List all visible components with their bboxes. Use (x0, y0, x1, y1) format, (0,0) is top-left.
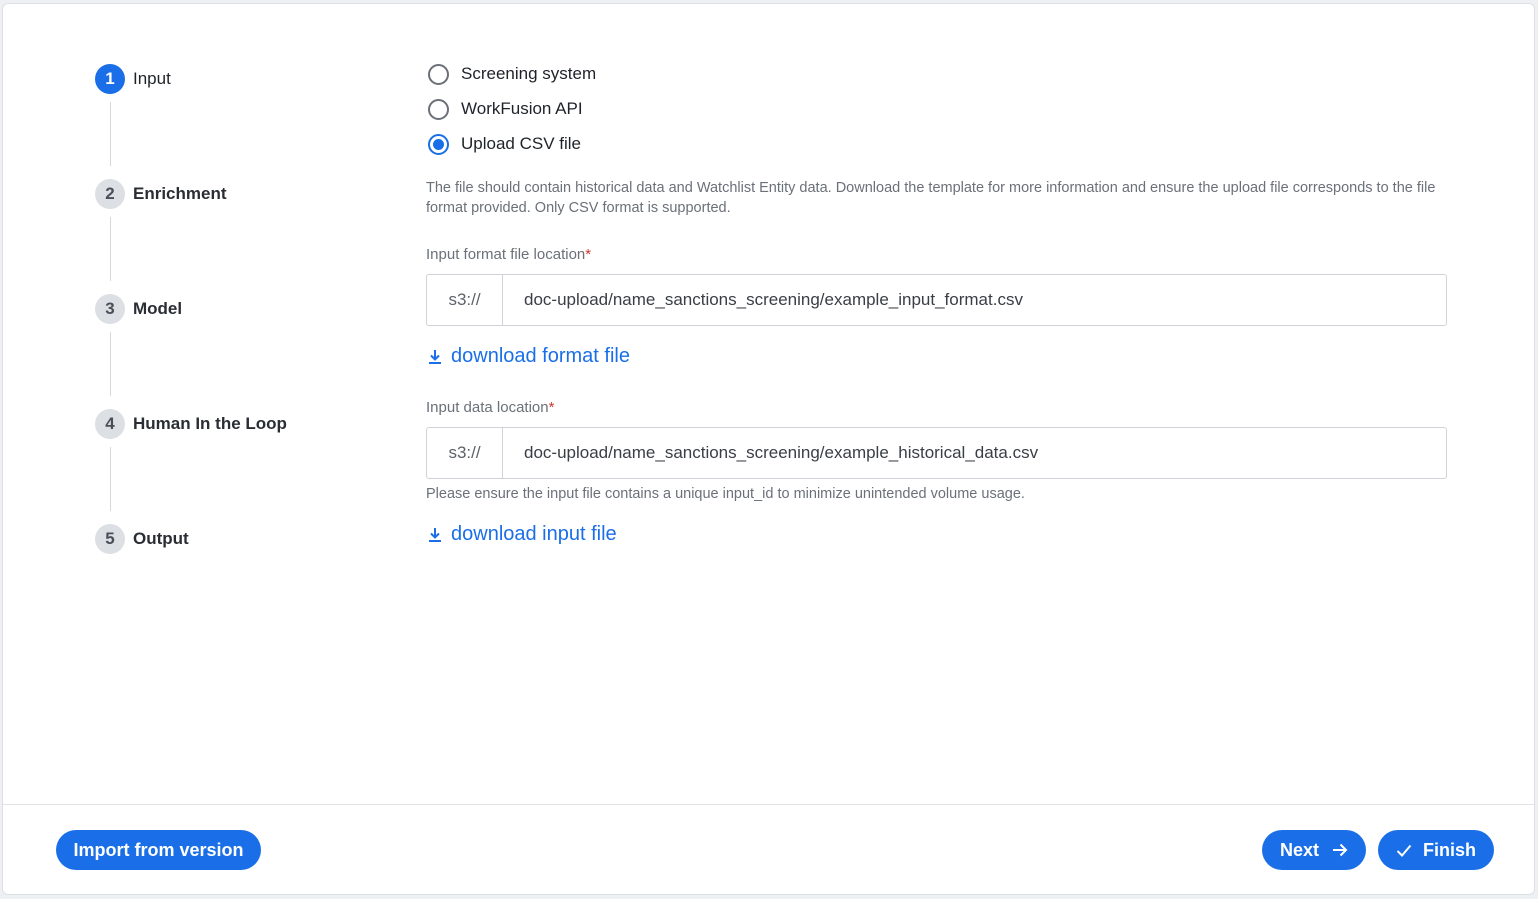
next-button[interactable]: Next (1262, 830, 1366, 870)
download-format-file-link[interactable]: download format file (428, 345, 630, 368)
step-model[interactable]: 3 Model (95, 294, 182, 324)
radio-upload-csv[interactable]: Upload CSV file (426, 131, 581, 157)
arrow-right-icon (1333, 843, 1348, 857)
step-label: Enrichment (133, 184, 227, 203)
download-format-file-label: download format file (451, 345, 630, 367)
step-output[interactable]: 5 Output (95, 524, 189, 554)
step-number: 2 (95, 179, 125, 209)
radio-label: Upload CSV file (461, 134, 582, 153)
step-number: 5 (95, 524, 125, 554)
download-input-file-label: download input file (451, 523, 617, 545)
input-data-location-field[interactable]: s3:// doc-upload/name_sanctions_screenin… (426, 427, 1447, 479)
download-input-file-link[interactable]: download input file (428, 523, 617, 546)
input-data-hint: Please ensure the input file contains a … (426, 486, 1025, 502)
step-label: Input (133, 69, 171, 88)
data-field-label: Input data location* (426, 399, 554, 416)
step-label: Output (133, 529, 189, 548)
format-file-location-field[interactable]: s3:// doc-upload/name_sanctions_screenin… (426, 274, 1447, 326)
format-field-label-text: Input format file location (426, 246, 586, 263)
step-number: 3 (95, 294, 125, 324)
step-connector (110, 217, 111, 281)
radio-label: WorkFusion API (461, 99, 583, 118)
data-field-label-text: Input data location (426, 399, 549, 416)
step-connector (110, 332, 111, 396)
upload-help-text: The file should contain historical data … (426, 180, 1436, 216)
finish-button[interactable]: Finish (1378, 830, 1494, 870)
radio-workfusion-api[interactable]: WorkFusion API (426, 96, 583, 122)
radio-circle[interactable] (428, 63, 449, 85)
step-input[interactable]: 1 Input (95, 64, 171, 94)
import-from-version-button[interactable]: Import from version (56, 830, 261, 870)
step-connector (110, 447, 111, 511)
radio-label: Screening system (461, 64, 597, 83)
step-human-in-the-loop[interactable]: 4 Human In the Loop (95, 409, 287, 439)
step-label: Model (133, 299, 183, 318)
s3-prefix: s3:// (427, 428, 503, 478)
step-connector (110, 102, 111, 166)
step-number: 1 (95, 64, 125, 94)
format-field-label: Input format file location* (426, 246, 591, 263)
required-mark: * (548, 399, 555, 416)
download-icon (429, 349, 441, 364)
radio-screening-system[interactable]: Screening system (426, 61, 596, 87)
check-icon (1396, 844, 1412, 857)
radio-circle[interactable] (428, 98, 449, 120)
footer-divider (3, 804, 1534, 805)
s3-prefix: s3:// (427, 275, 503, 325)
step-number: 4 (95, 409, 125, 439)
step-enrichment[interactable]: 2 Enrichment (95, 179, 227, 209)
step-label: Human In the Loop (133, 414, 287, 433)
required-mark: * (585, 246, 592, 263)
wizard-card: 1 Input 2 Enrichment 3 Model 4 Human In … (2, 3, 1535, 895)
download-icon (429, 527, 441, 542)
input-data-location-input[interactable]: doc-upload/name_sanctions_screening/exam… (503, 428, 1446, 478)
next-label: Next (1279, 839, 1319, 860)
format-file-location-input[interactable]: doc-upload/name_sanctions_screening/exam… (503, 275, 1446, 325)
import-from-version-label: Import from version (73, 839, 244, 860)
finish-label: Finish (1423, 839, 1476, 860)
radio-circle[interactable] (428, 133, 449, 155)
